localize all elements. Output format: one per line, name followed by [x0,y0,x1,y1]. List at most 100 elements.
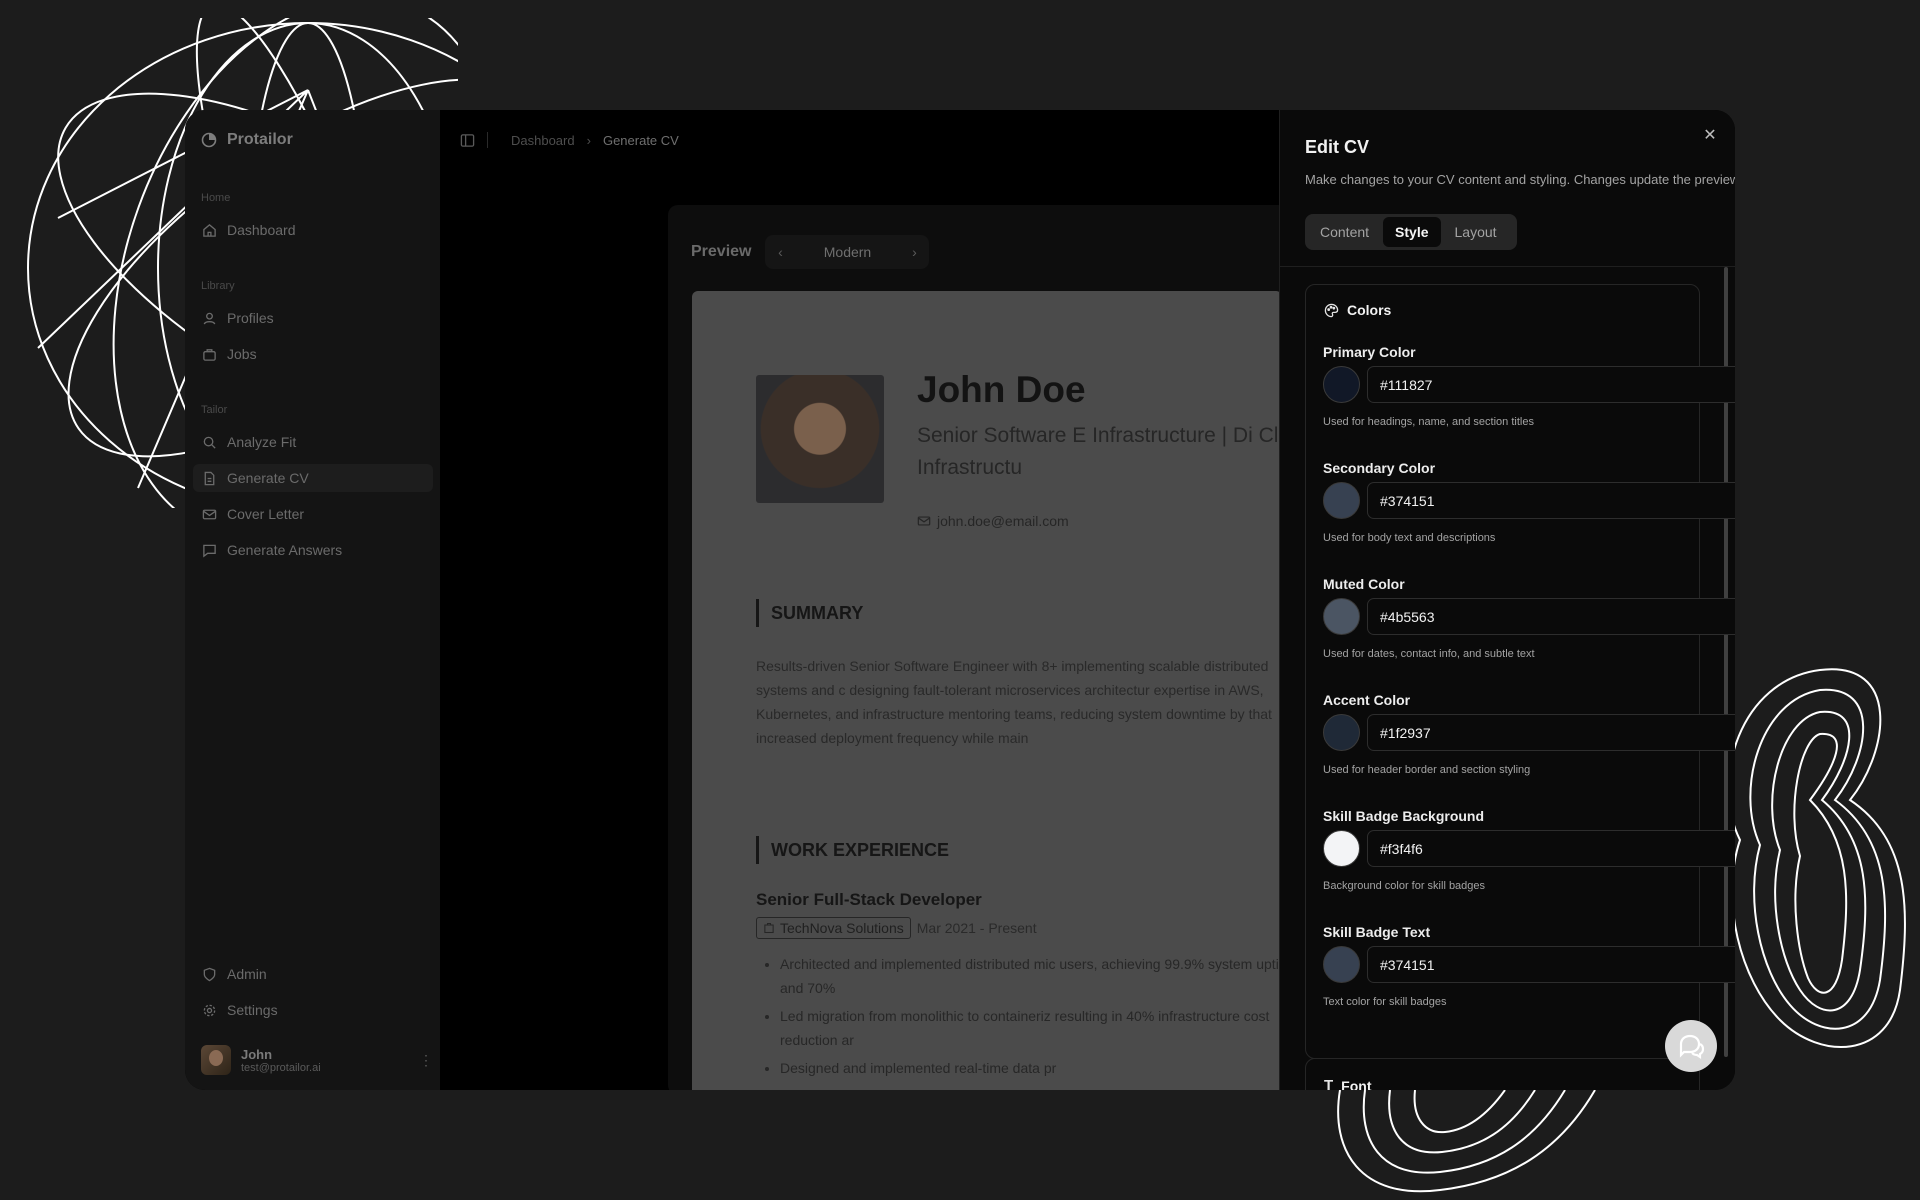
color-hex-input[interactable] [1367,830,1735,867]
brand-name: Protailor [227,131,293,148]
sidebar-item-label: Jobs [227,346,257,362]
chat-button[interactable] [1665,1020,1717,1072]
color-input-row [1323,714,1735,751]
mail-icon [917,516,931,526]
user-email: test@protailor.ai [241,1061,321,1074]
color-field: Primary Color Used for headings, name, an… [1323,344,1735,428]
cv-headline: Senior Software E Infrastructure | Di Cl… [917,424,1282,479]
chevron-right-icon[interactable]: › [899,244,929,260]
wave-line-art-bottom [1337,1090,1596,1193]
sidebar-toggle-icon[interactable] [460,133,475,148]
mail-icon [202,509,217,519]
color-swatch[interactable] [1323,598,1360,635]
sidebar-item-label: Cover Letter [227,506,305,522]
cv-role: Senior Full-Stack Developer [756,890,982,909]
type-icon: T [1324,1077,1334,1090]
sidebar-item-label: Admin [227,966,267,982]
field-label: Accent Color [1323,692,1411,708]
sidebar-item-label: Dashboard [227,222,296,238]
colors-header[interactable]: Colors [1324,302,1391,318]
tab-content[interactable]: Content [1308,217,1381,247]
color-hex-input[interactable] [1367,714,1735,751]
field-help: Background color for skill badges [1323,880,1486,892]
tab-layout[interactable]: Layout [1443,217,1509,247]
edit-cv-drawer: Edit CV Make changes to your CV content … [1279,110,1735,1090]
color-swatch[interactable] [1323,482,1360,519]
color-swatch[interactable] [1323,714,1360,751]
color-hex-input[interactable] [1367,482,1735,519]
chat-icon [1679,1034,1705,1060]
font-header[interactable]: T Font [1324,1077,1372,1090]
sidebar-item-settings[interactable]: Settings [193,996,433,1024]
app-window: Protailor Home Dashboard Library Profile… [185,110,1735,1090]
field-help: Text color for skill badges [1323,996,1447,1008]
preview-label: Preview [691,243,752,260]
color-input-row [1323,366,1735,403]
close-icon[interactable]: ✕ [1700,126,1720,146]
cv-email-text: john.doe@email.com [937,513,1069,529]
cv-section-summary: SUMMARY [756,599,863,627]
color-input-row [1323,598,1735,635]
cv-dates: Mar 2021 - Present [916,920,1037,936]
section-title: Colors [1347,302,1392,318]
company-badge: TechNova Solutions [756,917,911,939]
cv-email: john.doe@email.com [917,513,1069,529]
color-swatch[interactable] [1323,830,1360,867]
nav-group-library: Library [201,280,235,292]
color-hex-input[interactable] [1367,366,1735,403]
sidebar-item-cover-letter[interactable]: Cover Letter [193,500,433,528]
topbar: Dashboard › Generate CV [440,110,1280,170]
sidebar-item-label: Profiles [227,310,274,326]
user-menu[interactable]: John test@protailor.ai ⋮ [201,1042,433,1078]
color-hex-input[interactable] [1367,598,1735,635]
color-field: Muted Color Used for dates, contact info,… [1323,576,1735,660]
tab-style[interactable]: Style [1383,217,1441,247]
sidebar-item-generate-cv[interactable]: Generate CV [193,464,433,492]
template-switcher: ‹ Modern › [765,235,930,269]
color-field: Accent Color Used for header border and s… [1323,692,1735,776]
font-section: T Font ⌄ [1305,1058,1700,1090]
color-field: Skill Badge Background Background color f… [1323,808,1735,892]
color-input-row [1323,946,1735,983]
sidebar-item-analyze-fit[interactable]: Analyze Fit [193,428,433,456]
preview-toolbar: Preview ‹ Modern › [691,235,930,269]
chevron-left-icon[interactable]: ‹ [765,244,795,260]
color-input-row [1323,482,1735,519]
file-icon [204,471,215,485]
field-help: Used for dates, contact info, and subtle… [1323,648,1535,660]
template-name: Modern [823,244,872,260]
more-vertical-icon[interactable]: ⋮ [419,1052,433,1069]
breadcrumb-dashboard[interactable]: Dashboard [511,133,575,148]
sidebar: Protailor Home Dashboard Library Profile… [185,110,440,1090]
palette-icon [1324,303,1339,317]
gear-icon [203,1004,216,1016]
list-item: Led migration from monolithic to contain… [780,1004,1282,1052]
cv-company-row: TechNova Solutions Mar 2021 - Present [756,917,1037,939]
company-name: TechNova Solutions [780,920,904,936]
building-icon [764,922,774,934]
field-help: Used for headings, name, and section tit… [1323,416,1534,428]
sidebar-item-label: Generate CV [227,470,309,486]
section-title: Font [1341,1077,1372,1091]
section-title: WORK EXPERIENCE [771,839,950,860]
sidebar-item-profiles[interactable]: Profiles [193,304,433,332]
sidebar-item-dashboard[interactable]: Dashboard [193,216,433,244]
sidebar-item-admin[interactable]: Admin [193,960,433,988]
drawer-description: Make changes to your CV content and styl… [1305,172,1735,187]
nav-group-tailor: Tailor [201,404,228,416]
color-hex-input[interactable] [1367,946,1735,983]
list-item: Designed and implemented real-time data … [780,1056,1282,1080]
drawer-title: Edit CV [1305,137,1370,157]
color-input-row [1323,830,1735,867]
sidebar-item-generate-answers[interactable]: Generate Answers [193,536,433,564]
color-swatch[interactable] [1323,366,1360,403]
shield-icon [203,967,216,981]
section-title: SUMMARY [771,602,864,623]
logo-icon [201,132,217,148]
user-icon [203,312,216,324]
home-icon [203,223,216,237]
color-swatch[interactable] [1323,946,1360,983]
sidebar-item-jobs[interactable]: Jobs [193,340,433,368]
cv-photo [756,375,884,503]
brand[interactable]: Protailor [201,131,293,149]
